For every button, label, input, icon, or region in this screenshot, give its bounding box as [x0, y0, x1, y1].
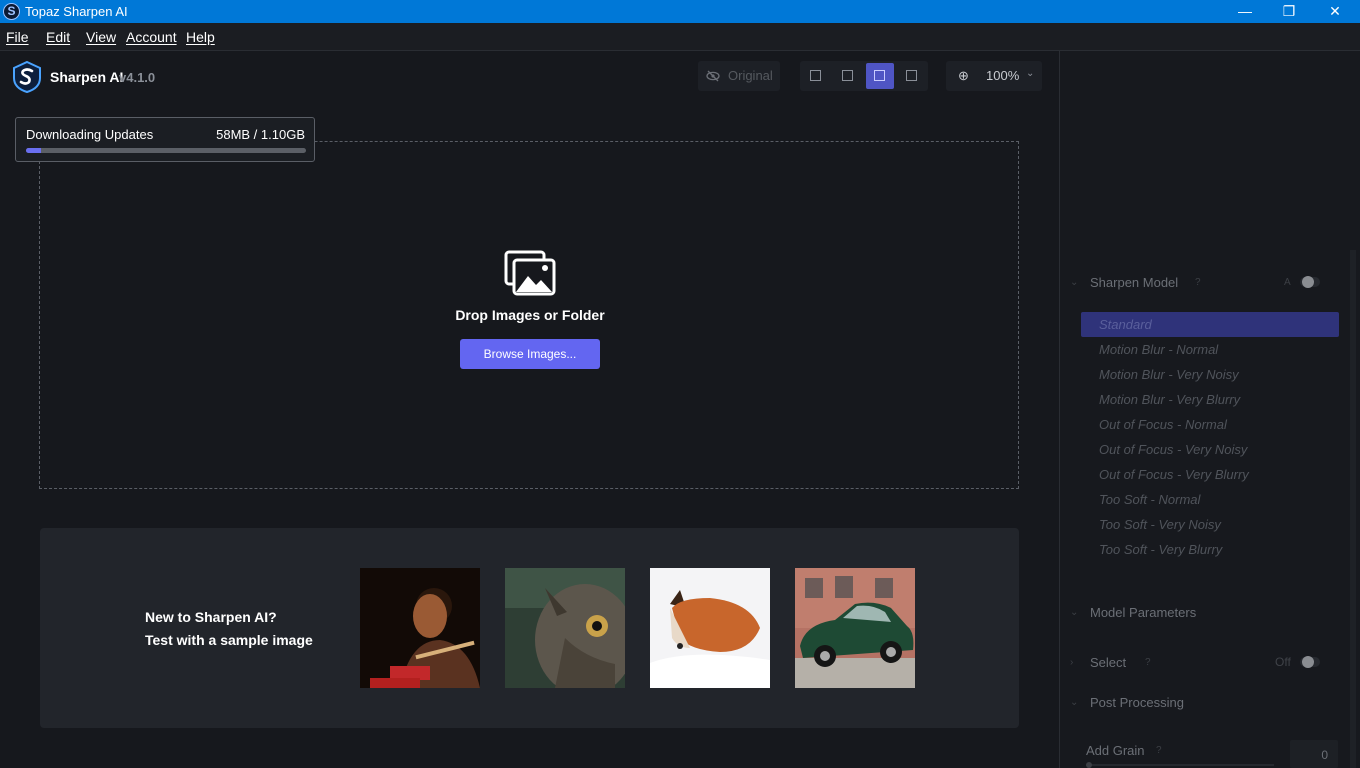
sharpen-model-collapse-icon[interactable]: ⌄: [1070, 277, 1078, 288]
side-by-side-view-button[interactable]: [866, 63, 894, 89]
sample-thumbnail-woman-sewing[interactable]: [360, 568, 480, 688]
sharpen-model-option[interactable]: Out of Focus - Very Noisy: [1081, 437, 1339, 462]
sample-thumbnail-vintage-green-car[interactable]: [795, 568, 915, 688]
sharpen-model-option[interactable]: Motion Blur - Normal: [1081, 337, 1339, 362]
maximize-button[interactable]: ❐: [1266, 0, 1312, 23]
select-state: Off: [1275, 655, 1291, 669]
zoom-dropdown[interactable]: ⊕ 100% ⌄: [946, 61, 1042, 91]
original-label: Original: [728, 68, 773, 83]
model-parameters-header[interactable]: Model Parameters: [1090, 605, 1196, 620]
grid-view-button[interactable]: [898, 63, 926, 89]
select-toggle[interactable]: [1300, 656, 1320, 668]
toggle-knob: [1302, 656, 1314, 668]
menu-account[interactable]: Account: [126, 29, 177, 45]
download-label: Downloading Updates: [26, 127, 154, 142]
menu-bar: File Edit View Account Help: [0, 23, 1360, 51]
sharpen-model-option[interactable]: Too Soft - Normal: [1081, 487, 1339, 512]
sample-thumbnail-owl[interactable]: [505, 568, 625, 688]
sample-subtitle: Test with a sample image: [145, 632, 313, 648]
sharpen-logo-icon: [13, 60, 41, 94]
single-view-icon: [810, 70, 821, 81]
download-progress-toast: Downloading Updates 58MB / 1.10GB: [15, 117, 315, 162]
browse-images-button[interactable]: Browse Images...: [460, 339, 600, 369]
menu-view[interactable]: View: [86, 29, 116, 45]
menu-file[interactable]: File: [6, 29, 29, 45]
eye-off-icon: [706, 70, 720, 82]
add-grain-slider[interactable]: [1086, 762, 1274, 768]
toggle-knob: [1302, 276, 1314, 288]
menu-edit[interactable]: Edit: [46, 29, 70, 45]
close-button[interactable]: ✕: [1312, 0, 1358, 23]
select-header[interactable]: Select: [1090, 655, 1126, 670]
app-name: Sharpen AI: [50, 69, 124, 85]
post-processing-collapse-icon[interactable]: ⌄: [1070, 697, 1078, 708]
add-grain-value: 0: [1321, 748, 1328, 762]
select-expand-icon[interactable]: ›: [1070, 657, 1073, 668]
images-icon: [504, 250, 556, 296]
sample-title: New to Sharpen AI?: [145, 609, 277, 625]
sharpen-model-option[interactable]: Out of Focus - Very Blurry: [1081, 462, 1339, 487]
side-by-side-view-icon: [874, 70, 885, 81]
window-title: Topaz Sharpen AI: [25, 4, 128, 19]
auto-label: A: [1284, 277, 1291, 288]
app-logo-icon: S: [3, 3, 20, 20]
view-mode-group: [800, 61, 928, 91]
add-grain-value-field[interactable]: 0: [1290, 740, 1338, 768]
minimize-button[interactable]: —: [1222, 0, 1268, 23]
auto-model-toggle[interactable]: [1300, 276, 1320, 288]
title-bar: S Topaz Sharpen AI — ❐ ✕: [0, 0, 1360, 23]
chevron-down-icon: ⌄: [1026, 68, 1035, 79]
original-toggle-button[interactable]: Original: [698, 61, 780, 91]
sample-thumbnail-fox-in-snow[interactable]: [650, 568, 770, 688]
zoom-level: 100%: [986, 68, 1020, 83]
download-size: 58MB / 1.10GB: [216, 127, 305, 142]
split-view-button[interactable]: [834, 63, 862, 89]
download-progress-bar: [26, 148, 306, 153]
menu-help[interactable]: Help: [186, 29, 215, 45]
sharpen-model-option[interactable]: Too Soft - Very Noisy: [1081, 512, 1339, 537]
drop-instructions: Drop Images or Folder: [455, 307, 605, 323]
add-grain-help-icon[interactable]: ?: [1156, 745, 1162, 756]
app-version: v4.1.0: [119, 70, 156, 85]
sharpen-model-option[interactable]: Out of Focus - Normal: [1081, 412, 1339, 437]
sharpen-model-header[interactable]: Sharpen Model: [1090, 275, 1178, 290]
sharpen-model-option[interactable]: Motion Blur - Very Blurry: [1081, 387, 1339, 412]
zoom-in-icon: ⊕: [958, 68, 969, 83]
right-panel-scrollbar[interactable]: [1350, 250, 1356, 768]
sharpen-model-option[interactable]: Motion Blur - Very Noisy: [1081, 362, 1339, 387]
select-help-icon[interactable]: ?: [1145, 657, 1151, 668]
sharpen-model-option[interactable]: Too Soft - Very Blurry: [1081, 537, 1339, 562]
add-grain-label: Add Grain: [1086, 743, 1145, 758]
post-processing-header[interactable]: Post Processing: [1090, 695, 1184, 710]
model-parameters-collapse-icon[interactable]: ⌄: [1070, 607, 1078, 618]
sharpen-model-help-icon[interactable]: ?: [1195, 277, 1201, 288]
single-view-button[interactable]: [802, 63, 830, 89]
split-view-icon: [842, 70, 853, 81]
add-grain-slider-handle[interactable]: [1086, 762, 1092, 768]
download-progress-fill: [26, 148, 41, 153]
grid-view-icon: [906, 70, 917, 81]
sharpen-model-option[interactable]: Standard: [1081, 312, 1339, 337]
